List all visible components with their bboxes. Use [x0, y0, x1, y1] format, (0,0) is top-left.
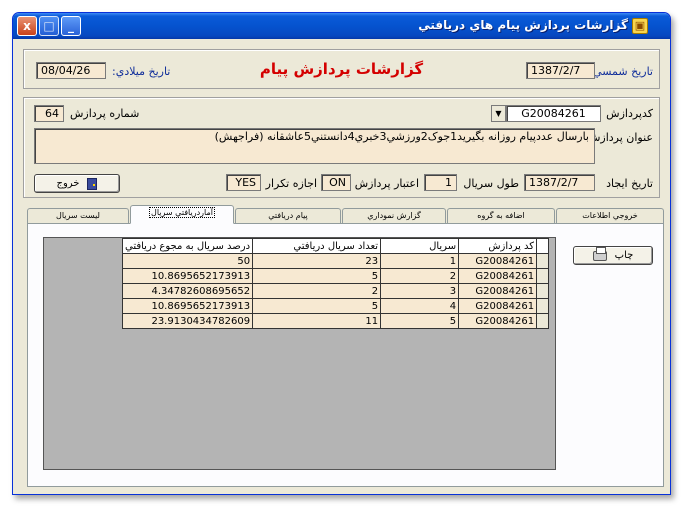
- process-count-label: شماره پردازش: [70, 107, 140, 120]
- minimize-button[interactable]: _: [61, 16, 81, 36]
- printer-icon: [592, 246, 607, 261]
- tab-strip: ليست سريال آماردريافتي سريال پيام دريافت…: [27, 205, 664, 224]
- table-cell[interactable]: 10.8695652173913: [121, 268, 254, 284]
- table-row[interactable]: 10.8695652173913 5 4 G20084261: [121, 298, 550, 314]
- validity-label: اعتبار پردازش: [354, 177, 419, 190]
- repeat-label: اجازه تكرار: [265, 177, 317, 190]
- window-body: تاريخ شمسي: 1387/2/7 گزارشات پردازش پيام…: [17, 41, 666, 490]
- tab-add-to-group[interactable]: اضافه به گروه: [447, 208, 555, 223]
- repeat-field[interactable]: YES: [226, 174, 261, 191]
- maximize-button[interactable]: □: [39, 16, 59, 36]
- app-icon: ▣: [632, 18, 648, 34]
- table-cell[interactable]: 1: [380, 253, 460, 269]
- tab-panel: درصد سريال به مجوع دريافتي تعداد سريال د…: [27, 223, 664, 487]
- chevron-down-icon: ▼: [495, 109, 502, 118]
- serial-length-label: طول سريال: [463, 177, 519, 190]
- table-header-row: درصد سريال به مجوع دريافتي تعداد سريال د…: [121, 238, 550, 254]
- header-group: تاريخ شمسي: 1387/2/7 گزارشات پردازش پيام…: [23, 49, 660, 89]
- stats-grid[interactable]: درصد سريال به مجوع دريافتي تعداد سريال د…: [43, 237, 556, 470]
- table-row[interactable]: 50 23 1 G20084261: [121, 253, 550, 269]
- table-cell[interactable]: G20084261: [458, 253, 538, 269]
- process-code-label: كدپردازش: [606, 107, 653, 120]
- tab-serial-list[interactable]: ليست سريال: [27, 208, 129, 223]
- row-selector[interactable]: [536, 313, 550, 329]
- tab-received-messages[interactable]: پيام دريافتي: [235, 208, 341, 223]
- table-cell[interactable]: G20084261: [458, 298, 538, 314]
- exit-button[interactable]: خروج: [34, 174, 120, 193]
- column-header[interactable]: سريال: [380, 238, 460, 254]
- table-row[interactable]: 23.9130434782609 11 5 G20084261: [121, 313, 550, 329]
- stats-table: درصد سريال به مجوع دريافتي تعداد سريال د…: [121, 238, 550, 329]
- table-row[interactable]: 4.34782608695652 2 3 G20084261: [121, 283, 550, 299]
- process-code-dropdown[interactable]: ▼: [491, 105, 506, 122]
- row-selector[interactable]: [536, 253, 550, 269]
- column-header[interactable]: تعداد سريال دريافتي: [252, 238, 382, 254]
- table-cell[interactable]: G20084261: [458, 283, 538, 299]
- process-subject-field[interactable]: بارسال عددپيام روزانه بگيريد1جوک2ورزشي3خ…: [34, 128, 595, 164]
- row-selector-header: [536, 238, 550, 254]
- table-cell[interactable]: 2: [252, 283, 382, 299]
- column-header[interactable]: درصد سريال به مجوع دريافتي: [121, 238, 254, 254]
- created-date-field[interactable]: 1387/2/7: [524, 174, 595, 191]
- row-selector[interactable]: [536, 268, 550, 284]
- validity-field[interactable]: ON: [321, 174, 351, 191]
- table-cell[interactable]: 50: [121, 253, 254, 269]
- process-code-field[interactable]: G20084261: [506, 105, 601, 122]
- table-row[interactable]: 10.8695652173913 5 2 G20084261: [121, 268, 550, 284]
- close-button[interactable]: x: [17, 16, 37, 36]
- details-group: كدپردازش G20084261 ▼ 64 شماره پردازش عنو…: [23, 97, 660, 198]
- table-cell[interactable]: 23: [252, 253, 382, 269]
- table-cell[interactable]: 10.8695652173913: [121, 298, 254, 314]
- print-button[interactable]: چاپ: [573, 246, 653, 265]
- tab-chart-report[interactable]: گزارش نموداري: [342, 208, 446, 223]
- print-label: چاپ: [614, 249, 634, 261]
- column-header[interactable]: كد پردازش: [458, 238, 538, 254]
- process-count-field[interactable]: 64: [34, 105, 64, 122]
- table-cell[interactable]: 3: [380, 283, 460, 299]
- table-cell[interactable]: 5: [252, 298, 382, 314]
- report-window: ▣ گزارشات پردازش پيام هاي دريافتي x □ _ …: [12, 12, 671, 495]
- tab-serial-stats[interactable]: آماردريافتي سريال: [130, 205, 234, 224]
- table-cell[interactable]: 2: [380, 268, 460, 284]
- door-icon: [87, 177, 98, 190]
- table-cell[interactable]: 5: [380, 313, 460, 329]
- table-cell[interactable]: G20084261: [458, 268, 538, 284]
- table-cell[interactable]: 11: [252, 313, 382, 329]
- window-title: گزارشات پردازش پيام هاي دريافتي: [418, 18, 628, 32]
- row-selector[interactable]: [536, 283, 550, 299]
- table-cell[interactable]: 23.9130434782609: [121, 313, 254, 329]
- miladi-date-label: تاريخ ميلادي:: [112, 65, 171, 78]
- row-selector[interactable]: [536, 298, 550, 314]
- created-date-label: تاريخ ايجاد: [606, 177, 653, 190]
- table-cell[interactable]: 5: [252, 268, 382, 284]
- miladi-date-field[interactable]: 08/04/26: [36, 62, 106, 79]
- table-cell[interactable]: G20084261: [458, 313, 538, 329]
- table-cell[interactable]: 4.34782608695652: [121, 283, 254, 299]
- tab-data-output[interactable]: خروجي اطلاعات: [556, 208, 664, 223]
- title-bar[interactable]: ▣ گزارشات پردازش پيام هاي دريافتي x □ _: [13, 13, 670, 39]
- table-cell[interactable]: 4: [380, 298, 460, 314]
- serial-length-field[interactable]: 1: [424, 174, 457, 191]
- exit-label: خروج: [56, 177, 80, 189]
- process-subject-label: عنوان پردازش: [586, 131, 653, 144]
